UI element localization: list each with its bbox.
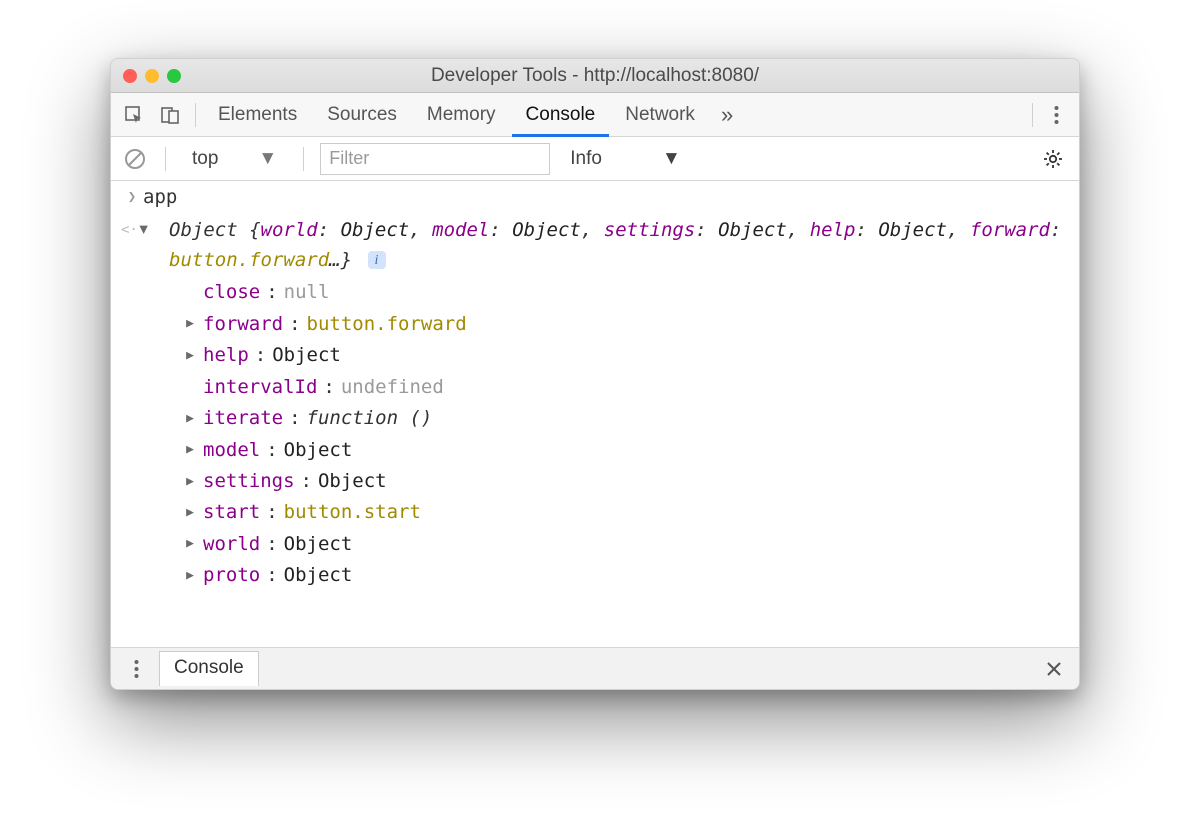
property-value: null xyxy=(284,278,330,307)
property-key: world xyxy=(203,530,260,559)
disclosure-triangle-icon[interactable]: ▶ xyxy=(183,440,197,460)
property-key: forward xyxy=(203,310,283,339)
tab-label: Elements xyxy=(218,104,297,126)
property-row[interactable]: ▶forward: button.forward xyxy=(183,309,1079,340)
clear-console-button[interactable] xyxy=(121,145,149,173)
drawer: Console xyxy=(111,647,1079,689)
separator xyxy=(165,147,166,171)
tab-label: Memory xyxy=(427,104,496,126)
property-row[interactable]: ▶world: Object xyxy=(183,529,1079,560)
property-value: Object xyxy=(284,530,353,559)
property-row[interactable]: ▶help: Object xyxy=(183,340,1079,371)
panel-tabs: Elements Sources Memory Console Network … xyxy=(111,93,1079,137)
console-response-row: <· ▶ Object {world: Object, model: Objec… xyxy=(111,214,1079,277)
disclosure-triangle-open[interactable]: ▶ xyxy=(132,226,160,234)
property-row[interactable]: ▶close: null xyxy=(183,277,1079,308)
tab-elements[interactable]: Elements xyxy=(204,93,311,137)
prompt-icon: ❯ xyxy=(121,183,143,209)
tab-network[interactable]: Network xyxy=(611,93,709,137)
tab-label: Network xyxy=(625,104,695,126)
object-preview[interactable]: Object {world: Object, model: Object, se… xyxy=(169,216,1079,275)
context-selector[interactable]: top ▼ xyxy=(182,143,287,175)
tab-memory[interactable]: Memory xyxy=(413,93,510,137)
overflow-icon: » xyxy=(721,102,733,127)
log-level-label: Info xyxy=(570,148,602,170)
window-title: Developer Tools - http://localhost:8080/ xyxy=(111,65,1079,87)
devtools-window: Developer Tools - http://localhost:8080/… xyxy=(110,58,1080,690)
drawer-menu-button[interactable] xyxy=(119,652,153,686)
property-value: function () xyxy=(307,404,433,433)
window-controls xyxy=(123,69,181,83)
property-key: settings xyxy=(203,467,295,496)
console-toolbar: top ▼ Info ▼ xyxy=(111,137,1079,181)
chevron-down-icon: ▼ xyxy=(258,148,277,170)
context-label: top xyxy=(192,148,218,170)
property-value: Object xyxy=(284,561,353,590)
disclosure-triangle-icon[interactable]: ▶ xyxy=(183,314,197,334)
minimize-window-button[interactable] xyxy=(145,69,159,83)
settings-menu-button[interactable] xyxy=(1039,98,1073,132)
zoom-window-button[interactable] xyxy=(167,69,181,83)
console-output: ❯ app <· ▶ Object {world: Object, model:… xyxy=(111,181,1079,647)
property-key: model xyxy=(203,436,260,465)
property-value: button.start xyxy=(284,498,421,527)
console-input-row: ❯ app xyxy=(111,181,1079,214)
disclosure-triangle-icon[interactable]: ▶ xyxy=(183,534,197,554)
separator xyxy=(1032,103,1033,127)
tab-label: Sources xyxy=(327,104,397,126)
disclosure-triangle-icon[interactable]: ▶ xyxy=(183,566,197,586)
property-value: button.forward xyxy=(307,310,467,339)
object-properties: ▶close: null▶forward: button.forward▶hel… xyxy=(111,277,1079,591)
close-window-button[interactable] xyxy=(123,69,137,83)
property-row[interactable]: ▶settings: Object xyxy=(183,466,1079,497)
disclosure-triangle-icon[interactable]: ▶ xyxy=(183,409,197,429)
property-key: help xyxy=(203,341,249,370)
disclosure-triangle-icon[interactable]: ▶ xyxy=(183,472,197,492)
drawer-close-button[interactable] xyxy=(1037,652,1071,686)
property-row[interactable]: ▶intervalId: undefined xyxy=(183,372,1079,403)
filter-input[interactable] xyxy=(320,143,550,175)
separator xyxy=(303,147,304,171)
info-icon[interactable]: i xyxy=(368,251,386,269)
property-key: proto xyxy=(203,561,260,590)
tab-console[interactable]: Console xyxy=(512,93,610,137)
input-expression[interactable]: app xyxy=(143,183,1079,212)
drawer-tab-label: Console xyxy=(174,657,244,678)
inspect-element-icon[interactable] xyxy=(117,99,151,131)
property-row[interactable]: ▶start: button.start xyxy=(183,497,1079,528)
property-key: intervalId xyxy=(203,373,317,402)
property-value: Object xyxy=(284,436,353,465)
property-value: undefined xyxy=(341,373,444,402)
separator xyxy=(195,103,196,127)
console-settings-button[interactable] xyxy=(1037,143,1069,175)
property-value: Object xyxy=(318,467,387,496)
titlebar: Developer Tools - http://localhost:8080/ xyxy=(111,59,1079,93)
chevron-down-icon: ▼ xyxy=(662,148,681,170)
property-value: Object xyxy=(272,341,341,370)
response-gutter: <· ▶ xyxy=(121,216,169,244)
more-tabs-button[interactable]: » xyxy=(711,102,743,128)
disclosure-triangle-icon[interactable]: ▶ xyxy=(183,503,197,523)
device-toolbar-icon[interactable] xyxy=(153,99,187,131)
tab-sources[interactable]: Sources xyxy=(313,93,411,137)
log-level-selector[interactable]: Info ▼ xyxy=(560,143,691,175)
property-row[interactable]: ▶model: Object xyxy=(183,435,1079,466)
property-key: iterate xyxy=(203,404,283,433)
disclosure-triangle-icon[interactable]: ▶ xyxy=(183,346,197,366)
property-key: close xyxy=(203,278,260,307)
property-key: start xyxy=(203,498,260,527)
tab-label: Console xyxy=(526,104,596,126)
property-row[interactable]: ▶ proto : Object xyxy=(183,560,1079,591)
property-row[interactable]: ▶iterate: function () xyxy=(183,403,1079,434)
drawer-tab-console[interactable]: Console xyxy=(159,651,259,686)
